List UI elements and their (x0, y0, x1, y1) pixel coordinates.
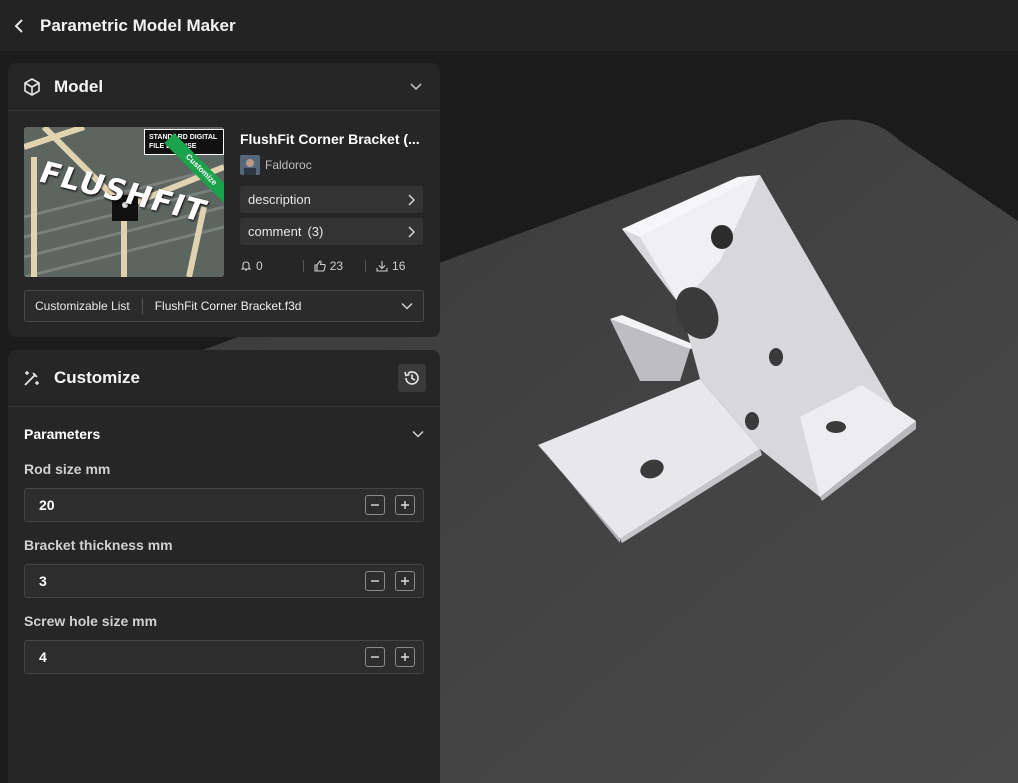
parameters-header[interactable]: Parameters (24, 426, 424, 442)
download-stat[interactable]: 16 (376, 259, 405, 273)
param-label-screw-hole-size: Screw hole size mm (24, 613, 158, 629)
plus-icon (401, 501, 409, 509)
bell-icon (240, 261, 252, 271)
customize-panel-title: Customize (54, 368, 140, 387)
model-collapse-button[interactable] (406, 77, 426, 97)
description-button[interactable]: description (240, 186, 423, 213)
minus-icon (371, 504, 379, 506)
description-label: description (248, 192, 311, 207)
author-name: Faldoroc (265, 158, 312, 172)
chevron-down-icon (410, 82, 422, 90)
bracket-thickness-decrement-button[interactable] (365, 571, 385, 591)
minus-icon (371, 656, 379, 658)
like-stat[interactable]: 23 (314, 259, 343, 273)
author[interactable]: Faldoroc (240, 155, 312, 175)
model-name[interactable]: FlushFit Corner Bracket (... (240, 131, 426, 147)
selected-file: FlushFit Corner Bracket.f3d (154, 299, 302, 313)
customizable-list-label: Customizable List (35, 299, 130, 313)
bracket-thickness-field[interactable]: 3 (24, 564, 424, 598)
boost-count: 0 (256, 259, 263, 273)
comment-count: (3) (307, 224, 324, 239)
screw-hole-size-decrement-button[interactable] (365, 647, 385, 667)
cube-icon (22, 77, 42, 97)
model-panel: Model STANDARD DIGITAL FILE LICENSE Cust… (8, 63, 440, 337)
model-panel-title: Model (54, 76, 104, 96)
rod-size-field[interactable]: 20 (24, 488, 424, 522)
comment-label: comment (248, 224, 302, 239)
like-count: 23 (329, 259, 344, 273)
boost-stat[interactable]: 0 (240, 259, 263, 273)
back-icon (14, 18, 23, 33)
bracket-thickness-input[interactable]: 3 (39, 573, 355, 589)
parameters-title: Parameters (24, 426, 101, 442)
history-button[interactable] (398, 364, 426, 392)
customize-panel: Customize Parameters Rod size mm 20 Brac… (8, 350, 440, 783)
download-icon (376, 261, 388, 272)
rod-size-increment-button[interactable] (395, 495, 415, 515)
top-bar: Parametric Model Maker (0, 0, 1018, 51)
model-panel-header[interactable]: Model (8, 63, 440, 111)
plus-icon (401, 653, 409, 661)
screw-hole-size-field[interactable]: 4 (24, 640, 424, 674)
param-label-rod-size: Rod size mm (24, 461, 111, 477)
thumbs-up-icon (314, 260, 326, 272)
history-icon (404, 371, 419, 385)
chevron-right-icon (408, 225, 415, 238)
download-count: 16 (392, 259, 406, 273)
app-title: Parametric Model Maker (40, 15, 236, 35)
customize-panel-header: Customize (8, 350, 440, 407)
avatar (240, 155, 260, 175)
model-stats: 0 23 16 (240, 259, 405, 273)
bracket-thickness-increment-button[interactable] (395, 571, 415, 591)
chevron-right-icon (408, 193, 415, 206)
chevron-down-icon (401, 302, 413, 310)
rod-size-input[interactable]: 20 (39, 497, 355, 513)
comment-button[interactable]: comment (3) (240, 218, 423, 245)
plus-icon (401, 577, 409, 585)
screw-hole-size-increment-button[interactable] (395, 647, 415, 667)
param-label-bracket-thickness: Bracket thickness mm (24, 537, 173, 553)
magic-wand-icon (22, 368, 42, 388)
chevron-down-icon (412, 430, 424, 438)
back-button[interactable] (0, 5, 40, 47)
rod-size-decrement-button[interactable] (365, 495, 385, 515)
model-thumbnail[interactable]: STANDARD DIGITAL FILE LICENSE Customize … (24, 127, 224, 277)
screw-hole-size-input[interactable]: 4 (39, 649, 355, 665)
file-select[interactable]: Customizable List FlushFit Corner Bracke… (24, 290, 424, 322)
minus-icon (371, 580, 379, 582)
